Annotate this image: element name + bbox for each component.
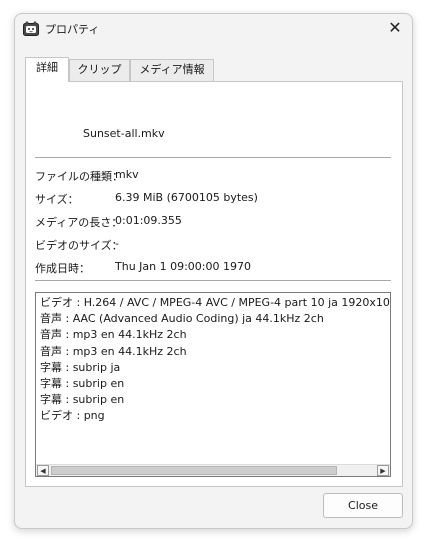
media-player-icon — [23, 21, 39, 36]
stream-line: 音声 : mp3 en 44.1kHz 2ch — [40, 344, 187, 358]
stream-line: ビデオ : png — [40, 409, 105, 423]
stream-line: 字幕 : subrip en — [40, 377, 125, 391]
tab-media-info[interactable]: メディア情報 — [130, 59, 214, 81]
file-type-value: mkv — [115, 168, 139, 181]
streams-list: ビデオ : H.264 / AVC / MPEG-4 AVC / MPEG-4 … — [40, 295, 391, 425]
created-label: 作成日時： — [35, 262, 90, 275]
duration-value: 0:01:09.355 — [115, 214, 182, 227]
created-value: Thu Jan 1 09:00:00 1970 — [115, 260, 252, 273]
properties-dialog: プロパティ ✕ 詳細 クリップ メディア情報 Sunset-all.mkv ファ… — [14, 13, 413, 529]
size-value: 6.39 MiB (6700105 bytes) — [115, 191, 258, 204]
stream-line: ビデオ : H.264 / AVC / MPEG-4 AVC / MPEG-4 … — [40, 296, 391, 309]
file-type-label: ファイルの種類： — [35, 170, 123, 183]
details-panel: Sunset-all.mkv ファイルの種類： mkv サイズ： 6.39 Mi… — [25, 81, 403, 487]
size-label: サイズ： — [35, 193, 79, 206]
scrollbar-thumb[interactable] — [51, 466, 337, 475]
stream-line: 字幕 : subrip en — [40, 393, 125, 407]
close-icon[interactable]: ✕ — [384, 17, 406, 39]
file-name: Sunset-all.mkv — [83, 127, 165, 140]
close-button[interactable]: Close — [323, 493, 403, 518]
window-title: プロパティ — [45, 23, 100, 36]
tab-details[interactable]: 詳細 — [25, 57, 69, 82]
horizontal-scrollbar[interactable]: ◀ ▶ — [36, 464, 390, 476]
stream-line: 音声 : mp3 en 44.1kHz 2ch — [40, 328, 187, 342]
tab-clip[interactable]: クリップ — [69, 59, 130, 81]
title-bar: プロパティ ✕ — [15, 14, 412, 42]
video-size-label: ビデオのサイズ： — [35, 239, 123, 252]
stream-line: 音声 : AAC (Advanced Audio Coding) ja 44.1… — [40, 312, 324, 326]
streams-textbox[interactable]: ビデオ : H.264 / AVC / MPEG-4 AVC / MPEG-4 … — [35, 292, 391, 477]
stream-line: 字幕 : subrip ja — [40, 360, 121, 374]
scroll-left-icon[interactable]: ◀ — [37, 465, 49, 476]
scroll-right-icon[interactable]: ▶ — [377, 465, 389, 476]
video-size-value: - — [115, 237, 119, 250]
divider — [35, 280, 391, 281]
divider — [35, 157, 391, 158]
duration-label: メディアの長さ： — [35, 216, 123, 229]
